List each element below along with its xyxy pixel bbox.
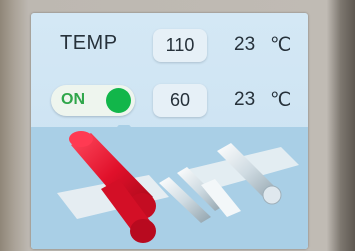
laminator-diagram: [31, 125, 308, 249]
temp-row: TEMP 110 23 ℃: [31, 29, 308, 63]
toggle-knob: [106, 88, 131, 113]
heater-unit: ℃: [270, 90, 292, 111]
temp-setpoint-field[interactable]: 110: [153, 29, 207, 62]
heater-setpoint-field[interactable]: 60: [153, 84, 207, 117]
heater-toggle[interactable]: ON: [51, 85, 135, 116]
temp-unit: ℃: [270, 35, 292, 56]
heater-actual-value: 23: [234, 89, 256, 110]
temp-actual-value: 23: [234, 34, 256, 55]
toggle-state-label: ON: [61, 91, 85, 108]
temp-label: TEMP: [60, 32, 118, 54]
heater-row: ON 60 23 ℃: [31, 84, 308, 118]
hmi-screen: TEMP 110 23 ℃ ON 60 23 ℃: [31, 13, 308, 249]
